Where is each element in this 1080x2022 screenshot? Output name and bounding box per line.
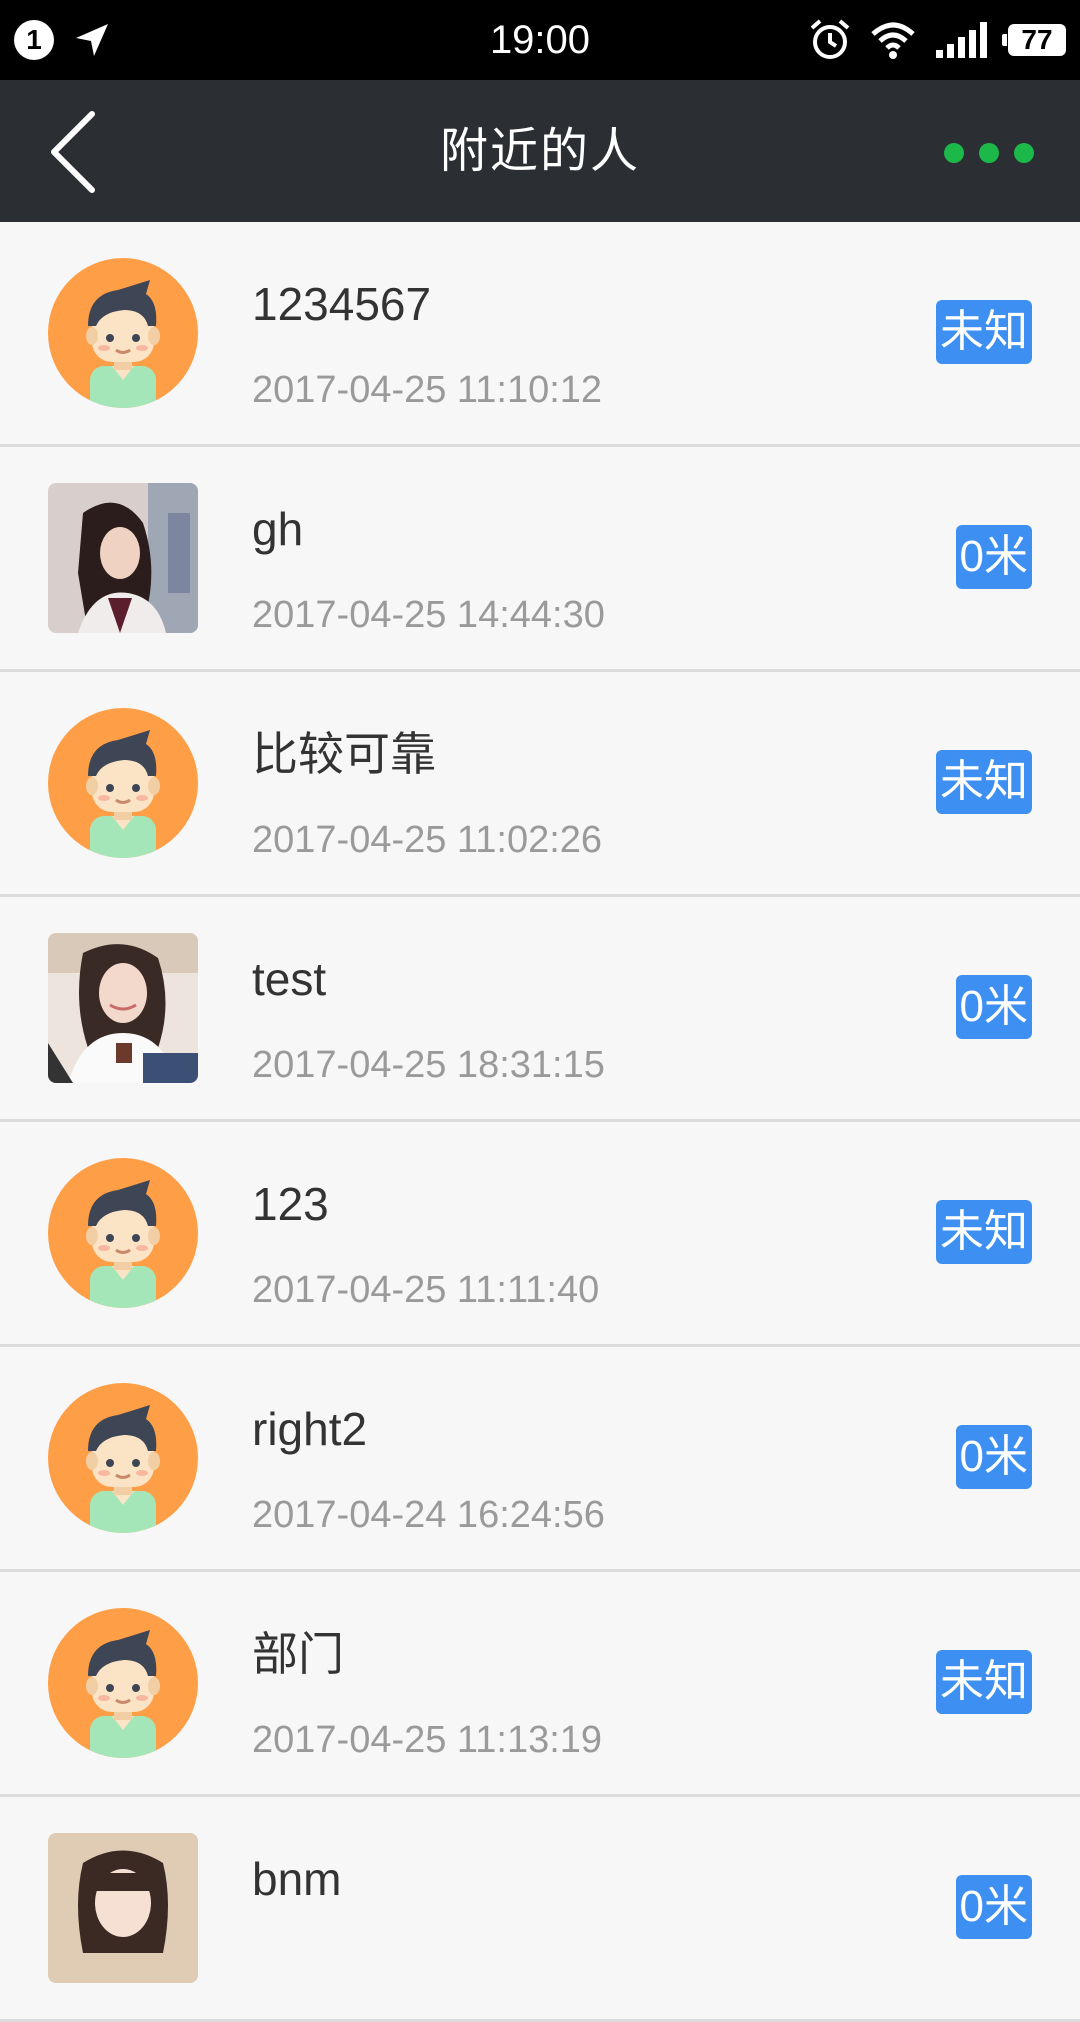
wifi-icon [871, 22, 915, 59]
list-item[interactable]: 123 2017-04-25 11:11:40 未知 [0, 1122, 1080, 1347]
list-item[interactable]: 部门 2017-04-25 11:13:19 未知 [0, 1572, 1080, 1797]
distance-badge: 0米 [955, 525, 1032, 589]
page-title: 附近的人 [439, 125, 640, 178]
list-item[interactable]: gh 2017-04-25 14:44:30 0米 [0, 447, 1080, 672]
distance-badge: 0米 [955, 1425, 1032, 1489]
signal-icon [936, 22, 987, 58]
list-item[interactable]: 比较可靠 2017-04-25 11:02:26 未知 [0, 672, 1080, 897]
distance-badge: 0米 [955, 1875, 1032, 1939]
default-avatar-icon[interactable] [48, 258, 198, 408]
person-name: 比较可靠 [252, 728, 436, 780]
more-dots-icon [944, 143, 964, 163]
list-item[interactable]: right2 2017-04-24 16:24:56 0米 [0, 1347, 1080, 1572]
person-name: 123 [252, 1178, 329, 1230]
nav-bar: 附近的人 [0, 80, 1080, 222]
avatar-photo[interactable] [48, 1833, 198, 1983]
last-seen-time: 2017-04-25 14:44:30 [252, 594, 605, 636]
default-avatar-icon[interactable] [48, 1608, 198, 1758]
distance-badge: 0米 [955, 975, 1032, 1039]
person-name: right2 [252, 1403, 368, 1455]
person-name: bnm [252, 1853, 342, 1905]
last-seen-time: 2017-04-25 11:02:26 [252, 819, 603, 861]
avatar-photo[interactable] [48, 933, 198, 1083]
person-name: 部门 [252, 1628, 344, 1680]
default-avatar-icon[interactable] [48, 708, 198, 858]
last-seen-time: 2017-04-24 16:24:56 [252, 1494, 605, 1536]
last-seen-time: 2017-04-25 11:10:12 [252, 369, 603, 411]
more-dot [979, 143, 999, 163]
alarm-icon [810, 19, 850, 59]
person-name: gh [252, 503, 304, 555]
distance-badge: 未知 [936, 1650, 1032, 1714]
default-avatar-icon[interactable] [48, 1383, 198, 1533]
last-seen-time: 2017-04-25 18:31:15 [252, 1044, 605, 1086]
people-list: 1234567 2017-04-25 11:10:12 未知 gh 2017-04-25… [0, 222, 1080, 2022]
person-name: test [252, 953, 327, 1005]
status-bar: 1 19:00 77 [0, 0, 1080, 80]
battery-icon: 77 [1002, 24, 1066, 56]
more-dot [1014, 143, 1034, 163]
avatar-photo[interactable] [48, 483, 198, 633]
list-item[interactable]: test 2017-04-25 18:31:15 0米 [0, 897, 1080, 1122]
distance-badge: 未知 [936, 1200, 1032, 1264]
person-name: 1234567 [252, 278, 432, 330]
last-seen-time: 2017-04-25 11:13:19 [252, 1719, 603, 1761]
list-item[interactable]: 1234567 2017-04-25 11:10:12 未知 [0, 222, 1080, 447]
more-button[interactable] [934, 124, 1044, 180]
distance-badge: 未知 [936, 300, 1032, 364]
last-seen-time: 2017-04-25 11:11:40 [252, 1269, 600, 1311]
default-avatar-icon[interactable] [48, 1158, 198, 1308]
distance-badge: 未知 [936, 750, 1032, 814]
list-item[interactable]: bnm 0米 [0, 1797, 1080, 2022]
